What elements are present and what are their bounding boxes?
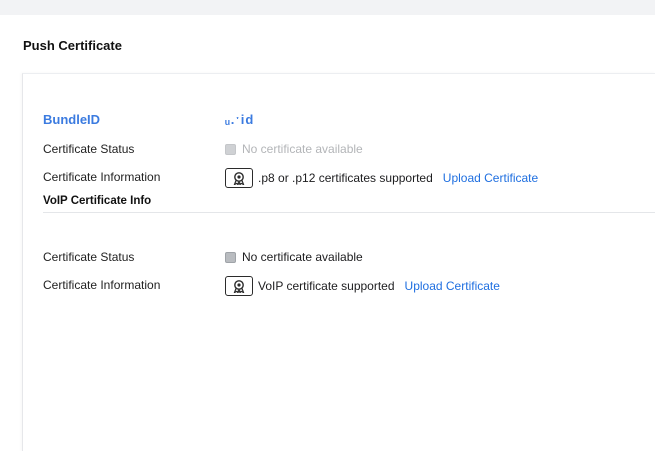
certificate-card: BundleID ᵤ.ˑid Certificate Status No cer… bbox=[22, 73, 655, 451]
section-divider bbox=[43, 212, 655, 213]
page-title: Push Certificate bbox=[23, 38, 122, 53]
voip-status-label: Certificate Status bbox=[43, 250, 135, 264]
bundle-id-label: BundleID bbox=[43, 112, 101, 127]
status-square-icon bbox=[225, 143, 236, 155]
voip-status-value-group: No certificate available bbox=[225, 250, 363, 264]
push-certificate-panel: Push Certificate BundleID ᵤ.ˑid Certific… bbox=[0, 15, 655, 451]
push-info-text: .p8 or .p12 certificates supported bbox=[258, 171, 433, 185]
voip-section-title: VoIP Certificate Info bbox=[43, 195, 152, 207]
certificate-ribbon-icon bbox=[225, 168, 253, 188]
push-info-value-group: .p8 or .p12 certificates supported Uploa… bbox=[225, 168, 538, 188]
push-status-label: Certificate Status bbox=[43, 142, 135, 156]
voip-info-text: VoIP certificate supported bbox=[258, 279, 395, 293]
voip-info-label: Certificate Information bbox=[43, 278, 161, 292]
voip-info-value-group: VoIP certificate supported Upload Certif… bbox=[225, 276, 500, 296]
push-upload-certificate-link[interactable]: Upload Certificate bbox=[443, 171, 538, 185]
certificate-ribbon-icon bbox=[225, 276, 253, 296]
status-square-icon bbox=[225, 251, 236, 263]
push-status-value: No certificate available bbox=[242, 142, 363, 156]
bundle-id-value: ᵤ.ˑid bbox=[225, 112, 255, 127]
voip-status-value: No certificate available bbox=[242, 250, 363, 264]
push-info-label: Certificate Information bbox=[43, 170, 161, 184]
push-status-value-group: No certificate available bbox=[225, 142, 363, 156]
voip-upload-certificate-link[interactable]: Upload Certificate bbox=[405, 279, 500, 293]
